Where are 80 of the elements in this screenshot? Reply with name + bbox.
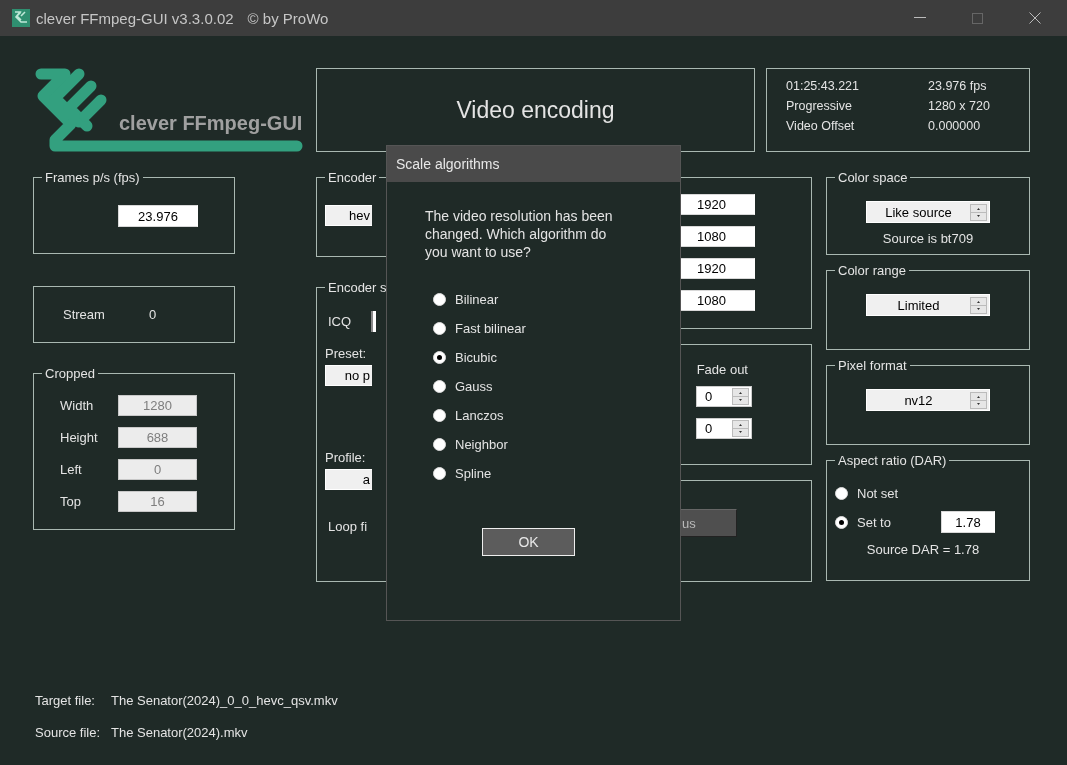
loop-label: Loop fi	[328, 519, 368, 534]
spin-field[interactable]: 0	[696, 418, 752, 439]
group-title: Encoder s	[327, 280, 388, 295]
color-space-spinner[interactable]: Like source	[866, 201, 990, 223]
radio-button[interactable]	[433, 379, 446, 393]
radio-button[interactable]	[433, 466, 446, 480]
preset-button[interactable]: no p	[325, 365, 372, 386]
action-button[interactable]: us	[680, 509, 737, 537]
radio-button[interactable]	[835, 515, 848, 529]
copyright-text: © by ProWo	[247, 9, 329, 27]
file-label: Target file:	[35, 693, 96, 709]
profile-label: Profile:	[325, 450, 366, 465]
logo-text: clever FFmpeg-GUI	[119, 112, 303, 135]
radio-label: Neighbor	[455, 436, 508, 452]
field-label: Height	[59, 429, 99, 445]
spin-field[interactable]: 0	[696, 386, 752, 407]
ok-button[interactable]: OK	[482, 528, 575, 556]
radio-button[interactable]	[433, 408, 446, 422]
window-title: clever FFmpeg-GUI v3.3.0.02	[36, 9, 234, 27]
radio-button[interactable]	[433, 437, 446, 451]
header-title: Video encoding	[456, 96, 615, 124]
spin-arrows-icon[interactable]	[970, 203, 987, 221]
group-title: Frames p/s (fps)	[44, 170, 141, 185]
icq-label: ICQ	[328, 314, 352, 329]
dialog-message: The video resolution has been changed. Which algorithm do you want to use?	[425, 207, 614, 261]
group-title: Pixel format	[837, 358, 908, 373]
input-field[interactable]	[371, 311, 377, 332]
info-label: Progressive	[786, 99, 853, 114]
field-label: Top	[59, 493, 82, 509]
radio-label: Set to	[857, 514, 892, 530]
file-name: The Senator(2024).mkv	[111, 725, 248, 741]
size-field[interactable]: 1080	[680, 226, 755, 247]
spin-arrows-icon[interactable]	[732, 388, 749, 405]
spin-arrows-icon[interactable]	[732, 420, 749, 437]
info-label: Video Offset	[786, 119, 856, 134]
dialog-title: Scale algorithms	[396, 156, 500, 172]
fade-out-label: Fade out	[696, 362, 748, 377]
close-icon[interactable]	[1029, 12, 1041, 24]
pixel-format-spinner[interactable]: nv12	[866, 389, 990, 411]
group-title: Aspect ratio (DAR)	[837, 453, 948, 468]
profile-button[interactable]: a	[325, 469, 372, 490]
radio-label: Bilinear	[455, 291, 499, 307]
minimize-icon[interactable]	[914, 17, 926, 19]
file-label: Source file:	[35, 725, 102, 741]
group-title: Color space	[837, 170, 909, 185]
radio-label: Spline	[455, 465, 492, 481]
radio-button[interactable]	[835, 486, 848, 500]
info-value: 23.976 fps	[928, 79, 988, 94]
radio-button[interactable]	[433, 292, 446, 306]
size-field[interactable]: 1080	[680, 290, 755, 311]
radio-label: Fast bilinear	[455, 320, 526, 336]
group-title: Encoder	[327, 170, 378, 185]
group-title: Cropped	[44, 366, 96, 381]
info-value: 0.000000	[928, 119, 982, 134]
field-label: Width	[59, 397, 95, 413]
info-label: 01:25:43.221	[786, 79, 860, 94]
group-title: Color range	[837, 263, 907, 278]
fps-field[interactable]: 23.976	[118, 205, 198, 227]
radio-button[interactable]	[433, 350, 446, 364]
info-value: 1280 x 720	[928, 99, 991, 114]
source-dar-note: Source DAR = 1.78	[865, 542, 981, 557]
radio-button[interactable]	[433, 321, 446, 335]
source-note: Source is bt709	[882, 231, 974, 246]
radio-label: Gauss	[455, 378, 493, 394]
radio-label: Bicubic	[455, 349, 497, 365]
dar-field[interactable]: 1.78	[941, 511, 995, 533]
size-field[interactable]: 1920	[680, 258, 755, 279]
stream-label: Stream	[63, 307, 105, 322]
size-field[interactable]: 1920	[680, 194, 755, 215]
radio-label: Lanczos	[455, 407, 504, 423]
encoder-button[interactable]: hev	[325, 205, 372, 226]
stream-value: 0	[148, 307, 157, 322]
spin-arrows-icon[interactable]	[970, 391, 987, 409]
file-name: The Senator(2024)_0_0_hevc_qsv.mkv	[111, 693, 338, 709]
app-icon	[12, 9, 30, 27]
preset-label: Preset:	[325, 346, 367, 361]
color-range-spinner[interactable]: Limited	[866, 294, 990, 316]
radio-label: Not set	[857, 485, 900, 501]
field-label: Left	[59, 461, 83, 477]
spin-arrows-icon[interactable]	[970, 296, 987, 314]
